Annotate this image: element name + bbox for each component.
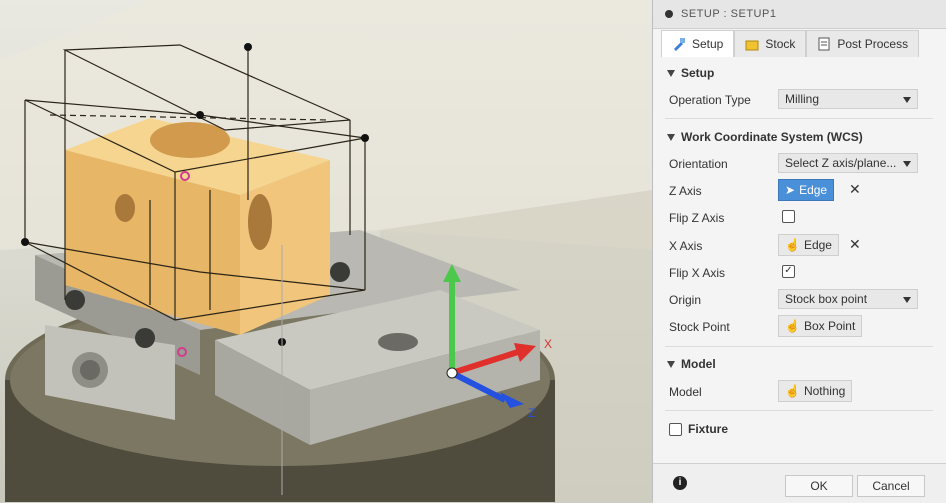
model-selection[interactable]: ☝ Nothing [778, 380, 853, 402]
cursor-hand-icon: ☝ [785, 384, 800, 398]
bolt [135, 328, 155, 348]
divider [665, 346, 933, 347]
cancel-button[interactable]: Cancel [857, 475, 925, 497]
x-axis-label: X [544, 337, 552, 351]
panel-title: SETUP : SETUP1 [681, 8, 777, 20]
fixture-checkbox[interactable] [669, 422, 682, 436]
chevron-down-icon [903, 297, 911, 303]
stock-pocket [150, 122, 230, 158]
operation-type-label: Operation Type [669, 93, 751, 107]
chevron-down-icon [903, 161, 911, 167]
triad-origin[interactable] [446, 367, 458, 379]
divider [665, 410, 933, 411]
chevron-down-icon [903, 97, 911, 103]
model-label: Model [669, 385, 702, 399]
setup-section-header[interactable]: Setup [667, 66, 714, 80]
box-handle[interactable] [244, 43, 252, 51]
origin-value: Stock box point [785, 292, 868, 306]
tab-stock-label: Stock [765, 37, 796, 51]
cursor-hand-icon: ☝ [785, 238, 800, 252]
cursor-hand-icon: ☝ [785, 319, 800, 333]
collapse-icon [667, 69, 675, 77]
post-process-icon [817, 37, 831, 51]
stock-slot [248, 194, 272, 250]
flip-x-label: Flip X Axis [669, 266, 726, 280]
stock-point-value: Box Point [803, 319, 856, 333]
operation-type-select[interactable]: Milling [778, 89, 918, 109]
ok-button[interactable]: OK [785, 475, 853, 497]
box-handle[interactable] [361, 134, 369, 142]
stock-point-label: Stock Point [669, 320, 730, 334]
tab-post-process[interactable]: Post Process [806, 30, 920, 57]
operation-type-value: Milling [785, 92, 820, 106]
info-icon[interactable]: i [673, 476, 687, 490]
collapse-icon [667, 133, 675, 141]
x-axis-value: Edge [803, 238, 832, 252]
tab-setup-label: Setup [692, 37, 724, 51]
panel-tabs: Setup Stock Post Process [661, 30, 941, 58]
jaw-hole [378, 333, 418, 351]
panel-title-bar: SETUP : SETUP1 [653, 0, 946, 29]
origin-select[interactable]: Stock box point [778, 289, 918, 309]
bolt [65, 290, 85, 310]
stock-icon [745, 37, 759, 51]
z-axis-label: Z Axis [669, 184, 702, 198]
setup-bullet-icon [665, 10, 673, 18]
flip-z-label: Flip Z Axis [669, 211, 725, 225]
3d-viewport[interactable]: X Z [0, 0, 652, 502]
x-axis-selection[interactable]: ☝ Edge [778, 234, 839, 256]
fixture-section[interactable]: Fixture [669, 422, 728, 436]
tab-stock[interactable]: Stock [734, 30, 807, 57]
panel-footer: i OK Cancel [653, 463, 946, 503]
clear-z-axis-icon[interactable]: ✕ [849, 181, 861, 198]
z-axis-value: Edge [799, 183, 828, 197]
fixture-label: Fixture [688, 422, 729, 436]
flip-x-checkbox[interactable]: ✓ [782, 265, 795, 278]
z-axis-label: Z [528, 406, 535, 420]
stock-hole [115, 194, 135, 222]
stock-point-selection[interactable]: ☝ Box Point [778, 315, 863, 337]
flip-z-checkbox[interactable] [782, 210, 795, 223]
bolt [330, 262, 350, 282]
model-section-title: Model [681, 357, 716, 371]
box-handle[interactable] [196, 111, 204, 119]
cursor-arrow-icon: ➤ [785, 183, 796, 197]
orientation-select[interactable]: Select Z axis/plane... [778, 153, 918, 173]
setup-section-title: Setup [681, 66, 715, 80]
model-section-header[interactable]: Model [667, 357, 716, 371]
orientation-label: Orientation [669, 157, 728, 171]
collapse-icon [667, 360, 675, 368]
cad-scene: X Z [0, 0, 652, 502]
setup-panel: SETUP : SETUP1 Setup Stock Post Process … [652, 0, 946, 503]
clear-x-axis-icon[interactable]: ✕ [849, 236, 861, 253]
orientation-value: Select Z axis/plane... [785, 156, 897, 170]
box-handle[interactable] [21, 238, 29, 246]
wcs-section-header[interactable]: Work Coordinate System (WCS) [667, 130, 863, 144]
x-axis-label-row: X Axis [669, 239, 703, 253]
z-axis-selection[interactable]: ➤ Edge [778, 179, 835, 201]
left-jaw-screw-inner [80, 360, 100, 380]
setup-icon [672, 37, 686, 51]
origin-label: Origin [669, 293, 702, 307]
tab-setup[interactable]: Setup [661, 30, 735, 57]
divider [665, 118, 933, 119]
tab-post-process-label: Post Process [837, 37, 909, 51]
wcs-section-title: Work Coordinate System (WCS) [681, 130, 863, 144]
model-value: Nothing [803, 384, 846, 398]
